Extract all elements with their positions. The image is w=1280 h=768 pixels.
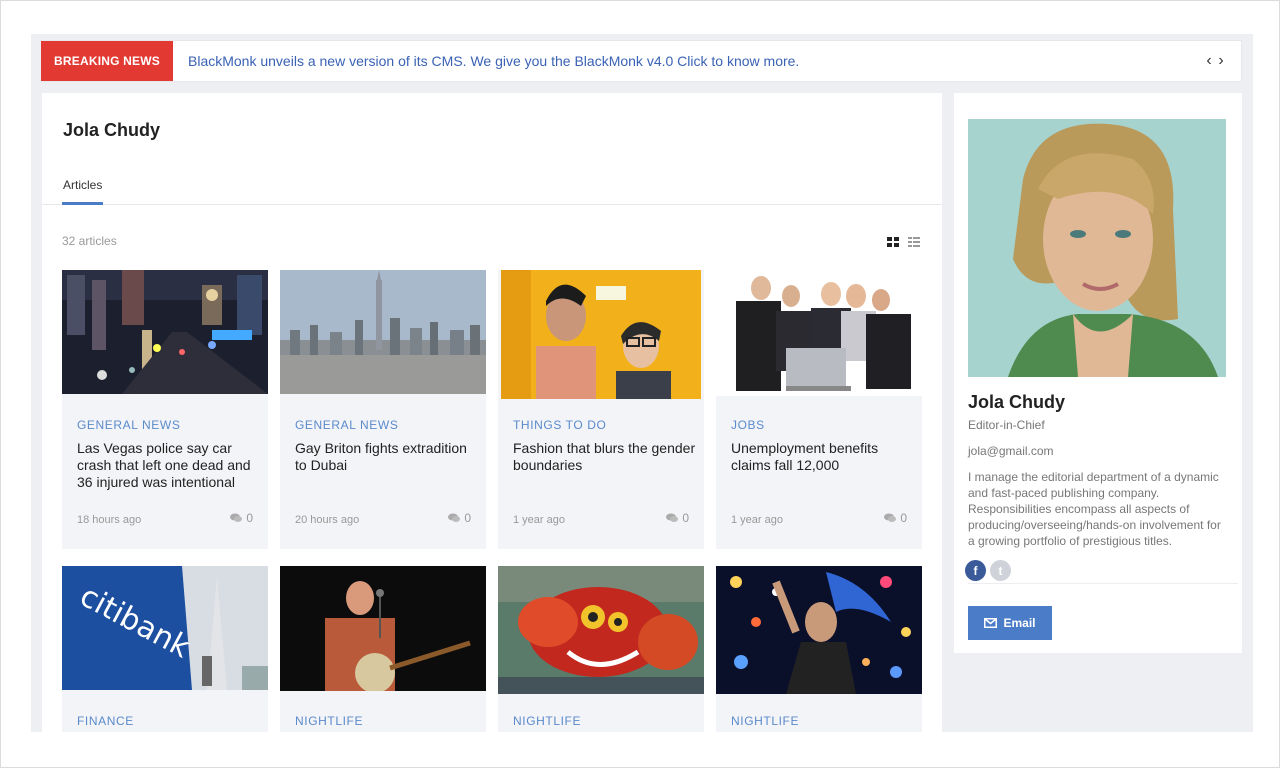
article-comments[interactable]: 0 (666, 511, 689, 525)
chevron-right-icon[interactable]: › (1217, 53, 1225, 69)
article-category[interactable]: GENERAL NEWS (77, 418, 180, 432)
article-image[interactable] (62, 270, 268, 394)
page-shell: BREAKING NEWS BlackMonk unveils a new ve… (31, 34, 1253, 732)
comment-icon (884, 513, 897, 522)
article-image[interactable] (498, 566, 704, 694)
article-image[interactable] (501, 270, 701, 399)
article-category[interactable]: GENERAL NEWS (295, 418, 398, 432)
article-category[interactable]: JOBS (731, 418, 765, 432)
article-comments[interactable]: 0 (884, 511, 907, 525)
author-email[interactable]: jola@gmail.com (968, 444, 1054, 458)
comment-icon (230, 513, 243, 522)
author-articles-panel: Jola Chudy Articles 32 articles GENERAL … (42, 93, 942, 732)
breaking-news-nav: ‹ › (1205, 53, 1225, 69)
article-title[interactable]: Fashion that blurs the gender boundaries (513, 440, 698, 474)
article-card[interactable]: NIGHTLIFE (280, 566, 486, 732)
breaking-news-bar: BREAKING NEWS BlackMonk unveils a new ve… (41, 40, 1242, 82)
envelope-icon (984, 618, 998, 628)
comment-count: 0 (464, 511, 471, 525)
article-category[interactable]: THINGS TO DO (513, 418, 606, 432)
facebook-icon[interactable]: f (965, 560, 986, 581)
author-profile-card: Jola Chudy Editor-in-Chief jola@gmail.co… (954, 93, 1242, 653)
article-title[interactable]: Las Vegas police say car crash that left… (77, 440, 262, 491)
article-category[interactable]: NIGHTLIFE (731, 714, 799, 728)
list-view-icon[interactable] (908, 237, 920, 248)
chevron-left-icon[interactable]: ‹ (1205, 53, 1213, 69)
article-comments[interactable]: 0 (448, 511, 471, 525)
article-count: 32 articles (62, 234, 117, 248)
twitter-icon[interactable]: t (990, 560, 1011, 581)
article-category[interactable]: NIGHTLIFE (513, 714, 581, 728)
article-category[interactable]: FINANCE (77, 714, 134, 728)
article-card[interactable]: GENERAL NEWS Las Vegas police say car cr… (62, 270, 268, 549)
author-role: Editor-in-Chief (968, 418, 1045, 432)
comment-icon (448, 513, 461, 522)
comment-icon (666, 513, 679, 522)
view-toggle (887, 237, 920, 248)
grid-view-icon[interactable] (887, 237, 899, 248)
article-title[interactable]: Unemployment benefits claims fall 12,000 (731, 440, 916, 474)
article-time: 1 year ago (731, 514, 783, 526)
divider (968, 583, 1238, 584)
email-button[interactable]: Email (968, 606, 1052, 640)
article-image[interactable] (716, 566, 922, 694)
article-time: 1 year ago (513, 514, 565, 526)
article-card[interactable]: NIGHTLIFE (498, 566, 704, 732)
email-button-label: Email (1003, 616, 1036, 630)
breaking-news-label: BREAKING NEWS (41, 41, 173, 81)
article-image[interactable] (716, 270, 922, 396)
author-name: Jola Chudy (968, 392, 1066, 412)
comment-count: 0 (682, 511, 689, 525)
article-card[interactable]: citibank FINANCE (62, 566, 268, 732)
page-title: Jola Chudy (63, 120, 161, 140)
breaking-news-link[interactable]: BlackMonk unveils a new version of its C… (188, 53, 799, 69)
article-comments[interactable]: 0 (230, 511, 253, 525)
social-links: f t (965, 560, 1011, 581)
article-card[interactable]: NIGHTLIFE (716, 566, 922, 732)
tab-bar: Articles (42, 178, 942, 205)
article-title[interactable]: Gay Briton fights extradition to Dubai (295, 440, 480, 474)
tab-articles[interactable]: Articles (62, 178, 104, 205)
comment-count: 0 (900, 511, 907, 525)
author-bio: I manage the editorial department of a d… (968, 470, 1221, 548)
article-time: 20 hours ago (295, 514, 360, 526)
avatar (968, 119, 1226, 377)
article-image[interactable]: citibank (62, 566, 268, 690)
article-card[interactable]: JOBS Unemployment benefits claims fall 1… (716, 270, 922, 549)
article-category[interactable]: NIGHTLIFE (295, 714, 363, 728)
comment-count: 0 (246, 511, 253, 525)
article-image[interactable] (280, 566, 486, 691)
article-card[interactable]: THINGS TO DO Fashion that blurs the gend… (498, 270, 704, 549)
article-card[interactable]: GENERAL NEWS Gay Briton fights extraditi… (280, 270, 486, 549)
article-time: 18 hours ago (77, 514, 142, 526)
article-image[interactable] (280, 270, 486, 394)
